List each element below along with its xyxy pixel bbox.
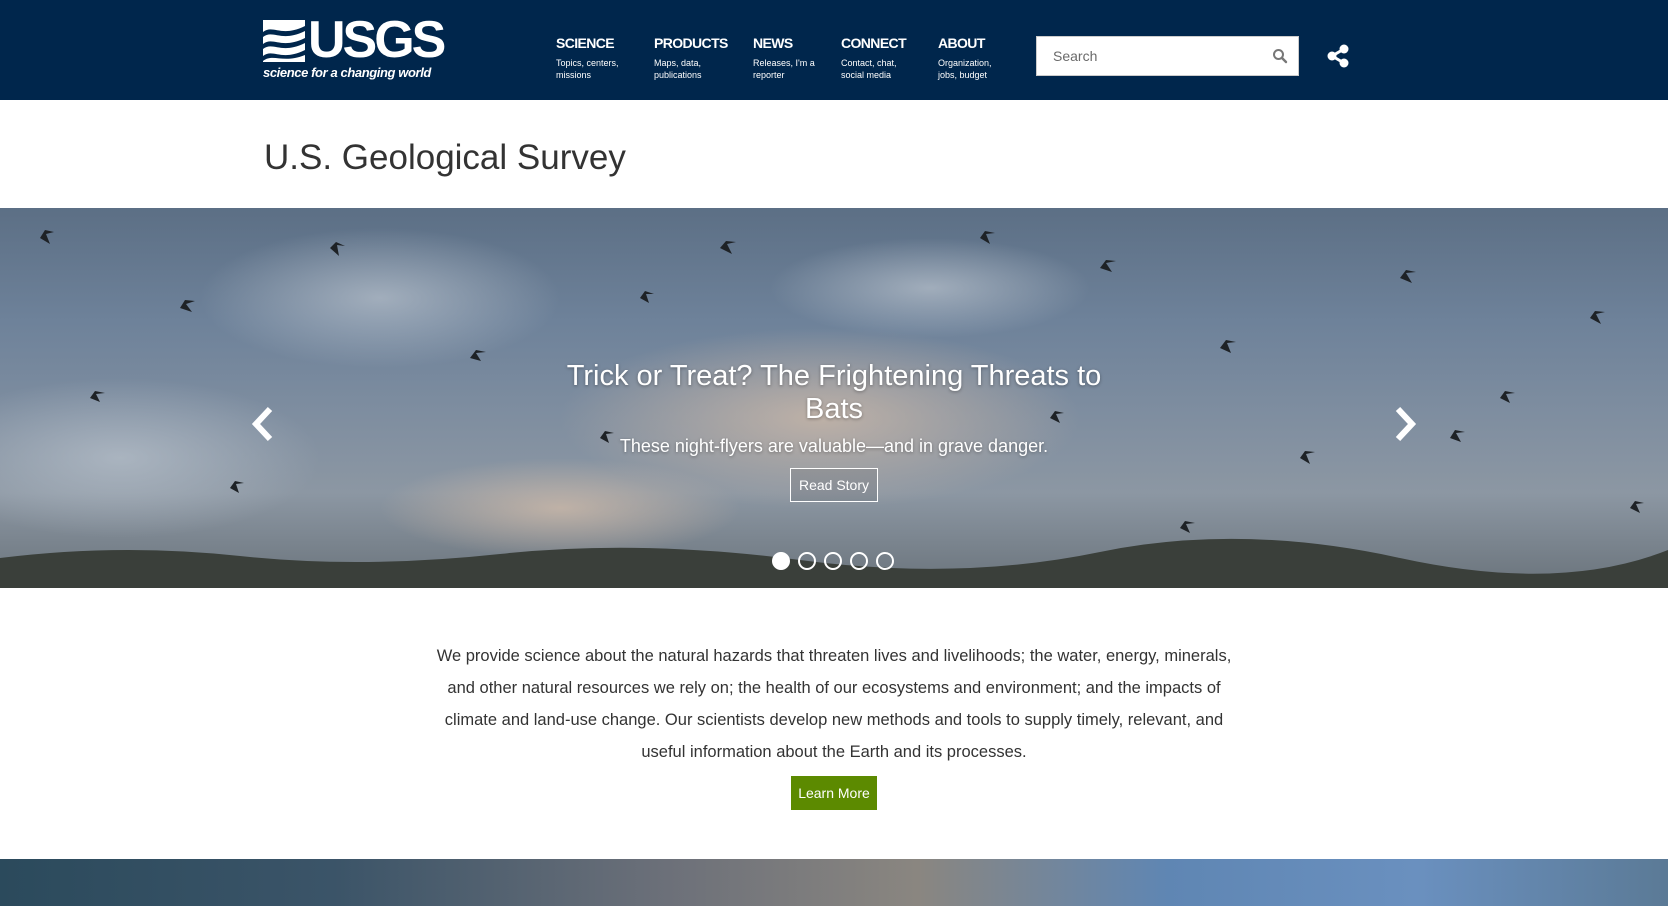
hero-caption: Trick or Treat? The Frightening Threats … xyxy=(534,360,1134,502)
nav-about[interactable]: ABOUT Organization, jobs, budget xyxy=(938,35,1000,81)
search-icon[interactable] xyxy=(1272,48,1288,64)
nav-about-title: ABOUT xyxy=(938,35,985,51)
learn-more-button[interactable]: Learn More xyxy=(791,776,877,810)
chevron-left-icon[interactable] xyxy=(248,404,278,444)
page-title: U.S. Geological Survey xyxy=(264,138,626,177)
read-story-button[interactable]: Read Story xyxy=(789,468,879,502)
intro-text: We provide science about the natural haz… xyxy=(436,647,1232,761)
logo-wordmark: USGS xyxy=(308,11,446,69)
nav-science[interactable]: SCIENCE Topics, centers, missions xyxy=(556,35,636,81)
nav-products-sub: Maps, data, publications xyxy=(654,58,702,80)
carousel-dot[interactable] xyxy=(772,552,790,570)
hero-carousel: Trick or Treat? The Frightening Threats … xyxy=(0,208,1668,588)
usgs-wave-icon xyxy=(263,20,305,62)
nav-connect-sub: Contact, chat, social media xyxy=(841,58,897,80)
search-box xyxy=(1036,36,1299,76)
nav-science-title: SCIENCE xyxy=(556,35,615,51)
nav-science-sub: Topics, centers, missions xyxy=(556,58,619,80)
nav-connect[interactable]: CONNECT Contact, chat, social media xyxy=(841,35,907,81)
logo-tagline: science for a changing world xyxy=(263,65,431,80)
nav-about-sub: Organization, jobs, budget xyxy=(938,58,992,80)
carousel-dot[interactable] xyxy=(798,552,816,570)
chevron-right-icon[interactable] xyxy=(1390,404,1420,444)
nav-news-title: NEWS xyxy=(753,35,793,51)
feature-image-strip xyxy=(0,859,1668,906)
site-header: USGS science for a changing world SCIENC… xyxy=(0,0,1668,100)
carousel-dot[interactable] xyxy=(850,552,868,570)
nav-news-sub: Releases, I'm a reporter xyxy=(753,58,815,80)
nav-products-title: PRODUCTS xyxy=(654,35,728,51)
carousel-dot[interactable] xyxy=(824,552,842,570)
hero-subtitle: These night-flyers are valuable—and in g… xyxy=(619,436,1049,456)
nav-products[interactable]: PRODUCTS Maps, data, publications xyxy=(654,35,728,81)
hero-title: Trick or Treat? The Frightening Threats … xyxy=(566,360,1102,425)
share-icon[interactable] xyxy=(1326,44,1350,68)
carousel-dot[interactable] xyxy=(876,552,894,570)
nav-news[interactable]: NEWS Releases, I'm a reporter xyxy=(753,35,817,81)
nav-connect-title: CONNECT xyxy=(841,35,907,51)
usgs-logo[interactable]: USGS science for a changing world xyxy=(263,12,446,82)
search-input[interactable] xyxy=(1037,37,1262,75)
